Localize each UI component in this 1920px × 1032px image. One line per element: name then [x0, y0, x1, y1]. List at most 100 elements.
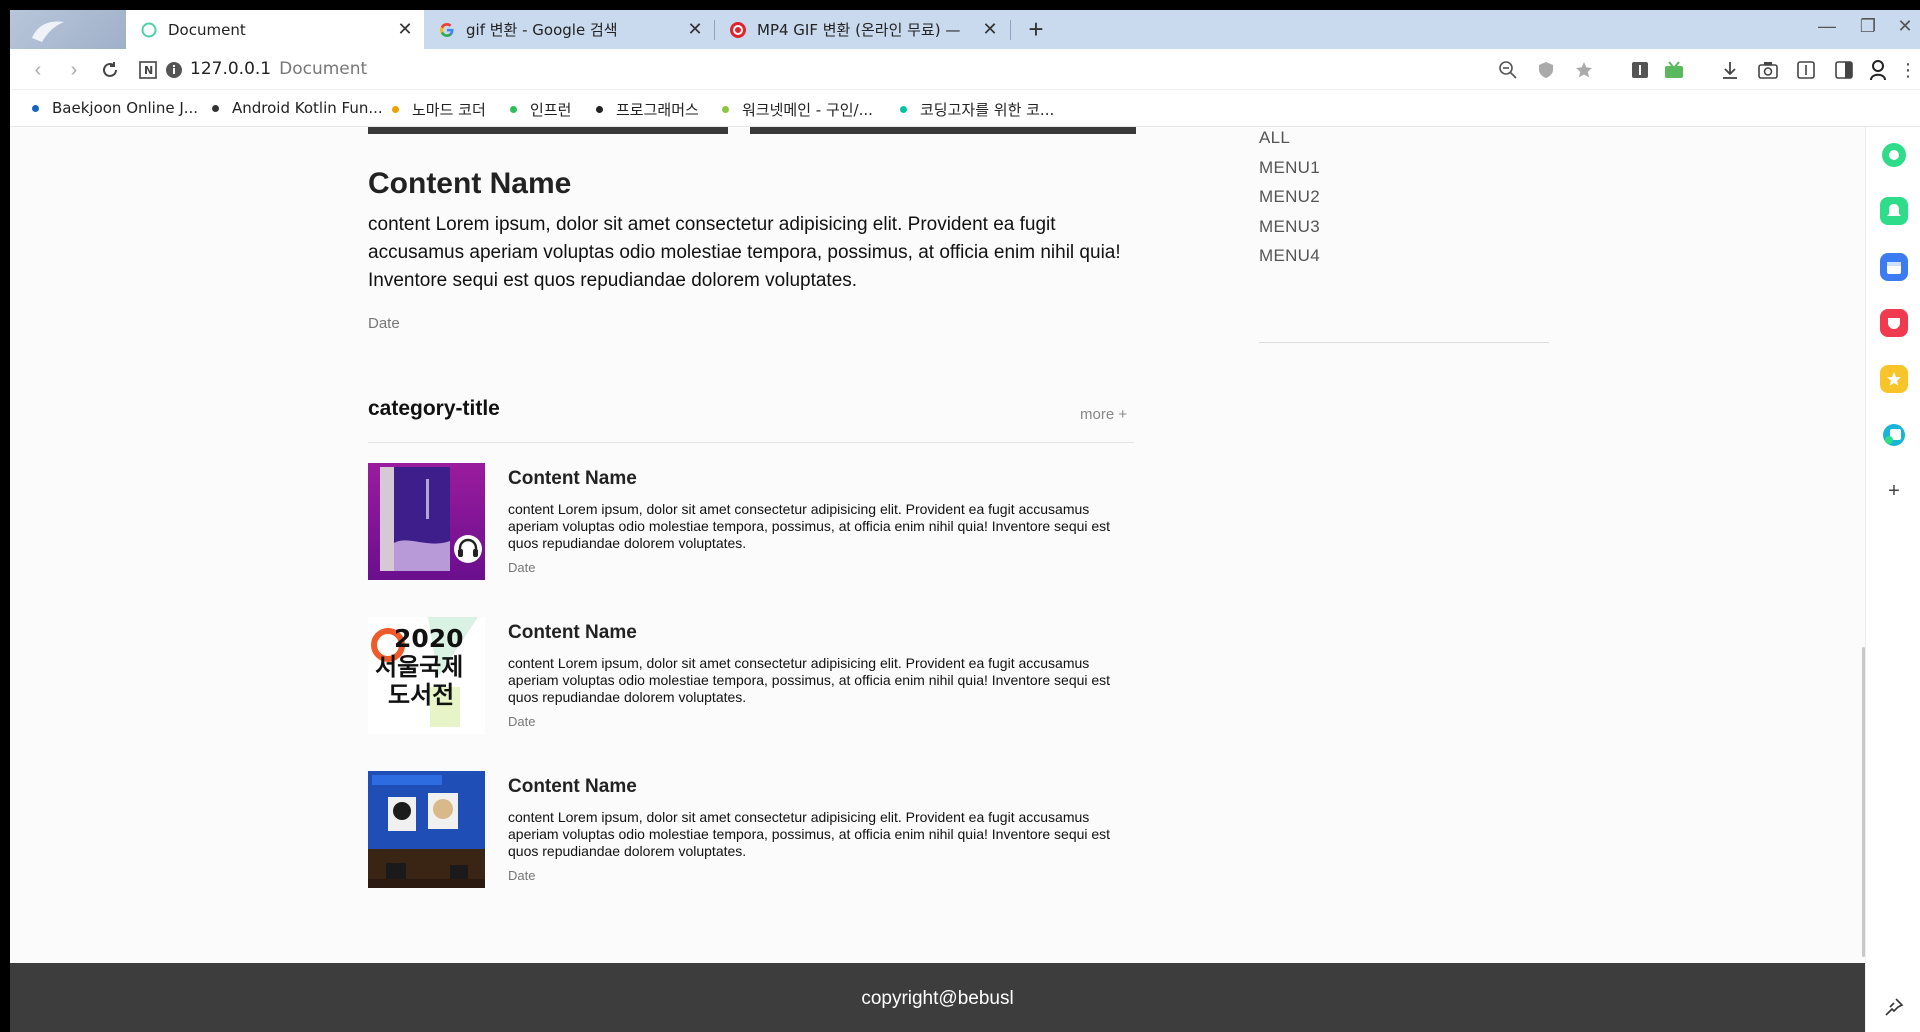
footer: copyright@bebusl [10, 963, 1865, 1032]
back-icon[interactable]: ‹ [26, 59, 50, 81]
svg-text:N: N [144, 64, 153, 77]
shield-icon[interactable] [1534, 59, 1558, 81]
window-close-icon[interactable]: ✕ [1890, 16, 1920, 37]
item-date: Date [508, 714, 536, 729]
bookmark-icon [510, 106, 517, 113]
browser-window: Document ✕ gif 변환 - Google 검색 ✕ MP4 GIF … [10, 10, 1920, 1032]
post-date: Date [368, 315, 400, 332]
menu-item-menu2[interactable]: MENU2 [1259, 187, 1320, 207]
tab-document[interactable]: Document ✕ [126, 10, 424, 49]
item-title: Content Name [508, 622, 637, 643]
post-text: content Lorem ipsum, dolor sit amet cons… [368, 214, 1121, 291]
restore-icon[interactable]: ❐ [1853, 16, 1883, 37]
forward-icon[interactable]: › [62, 59, 86, 81]
url-page-title: Document [279, 59, 368, 79]
bookmark-baekjoon[interactable]: Baekjoon Online J... [32, 99, 198, 117]
book-thumbnail [368, 463, 485, 580]
tab-bar: Document ✕ gif 변환 - Google 검색 ✕ MP4 GIF … [10, 10, 1920, 49]
list-item[interactable]: Content Name content Lorem ipsum, dolor … [368, 463, 1134, 581]
whale-icon[interactable] [1880, 141, 1908, 169]
pin-icon[interactable] [1880, 993, 1908, 1021]
bookmark-icon [596, 106, 603, 113]
list-item[interactable]: 2020 서울국제 도서전 Content Name content Lorem… [368, 617, 1134, 735]
item-title: Content Name [508, 776, 637, 797]
reload-icon[interactable] [98, 59, 122, 81]
add-icon[interactable]: + [1880, 477, 1908, 505]
info-icon[interactable] [162, 59, 186, 81]
item-text: content Lorem ipsum, dolor sit amet cons… [508, 655, 1111, 705]
hero-image [368, 127, 728, 134]
sidebar-toggle-icon[interactable] [1832, 59, 1856, 81]
inbox-icon[interactable] [1662, 59, 1686, 81]
item-title: Content Name [508, 468, 637, 489]
bookmark-android-kotlin[interactable]: Android Kotlin Fun... [212, 99, 383, 117]
calendar-icon[interactable] [1880, 253, 1908, 281]
close-icon[interactable]: ✕ [981, 19, 999, 40]
notification-icon[interactable] [1880, 197, 1908, 225]
tab-mp4-gif[interactable]: MP4 GIF 변환 (온라인 무료) — ✕ [715, 10, 1009, 49]
menu-item-menu1[interactable]: MENU1 [1259, 158, 1320, 178]
post-title[interactable]: Content Name [368, 167, 571, 201]
hero-image [750, 127, 1136, 134]
bookmark-icon [32, 104, 39, 112]
list-item[interactable]: Content Name content Lorem ipsum, dolor … [368, 771, 1134, 889]
category-title: category-title [368, 397, 500, 420]
tab-title: Document [168, 20, 246, 39]
tab-title: MP4 GIF 변환 (온라인 무료) — [757, 21, 961, 39]
camera-icon[interactable] [1756, 59, 1780, 81]
naver-icon[interactable]: N [136, 59, 160, 81]
side-panel: + [1865, 127, 1920, 1032]
converter-icon [729, 21, 747, 39]
item-text: content Lorem ipsum, dolor sit amet cons… [508, 809, 1111, 859]
divider [1259, 342, 1549, 343]
pocket-icon[interactable] [1880, 309, 1908, 337]
menu-item-menu4[interactable]: MENU4 [1259, 246, 1320, 266]
item-date: Date [508, 868, 536, 883]
item-text: content Lorem ipsum, dolor sit amet cons… [508, 501, 1111, 551]
url-host: 127.0.0.1 [190, 59, 272, 79]
menu-item-menu3[interactable]: MENU3 [1259, 217, 1320, 237]
bookmark-icon [900, 106, 907, 113]
favorite-star-icon[interactable] [1880, 365, 1908, 393]
profile-icon[interactable] [1866, 59, 1890, 81]
url-field[interactable]: 127.0.0.1 Document [190, 59, 367, 79]
close-icon[interactable]: ✕ [396, 19, 414, 40]
extension-icon[interactable] [1628, 59, 1652, 81]
more-link[interactable]: more + [1080, 406, 1127, 423]
loading-circle-icon [140, 21, 158, 39]
book-fair-thumbnail: 2020 서울국제 도서전 [368, 617, 485, 734]
copyright-text: copyright@bebusl [861, 988, 1014, 1009]
menu-item-all[interactable]: ALL [1259, 128, 1290, 148]
more-menu-icon[interactable]: ⋮ [1896, 59, 1920, 81]
divider [368, 442, 1134, 443]
thumb-year: 2020 [394, 624, 464, 653]
bookmark-icon [722, 106, 729, 113]
google-icon [438, 21, 456, 39]
thumb-line2: 서울국제 [375, 653, 463, 681]
bookmark-icon [392, 106, 399, 113]
tab-google-search[interactable]: gif 변환 - Google 검색 ✕ [424, 10, 714, 49]
reader-icon[interactable] [1794, 59, 1818, 81]
bookmark-icon [212, 104, 219, 112]
translate-icon[interactable] [1880, 421, 1908, 449]
download-icon[interactable] [1718, 59, 1742, 81]
bookmark-coding[interactable]: 코딩고자를 위한 코... [900, 99, 1054, 120]
address-bar: ‹ › N 127.0.0.1 Document ⋮ [10, 49, 1920, 90]
close-icon[interactable]: ✕ [686, 19, 704, 40]
bookmarks-bar: Baekjoon Online J... Android Kotlin Fun.… [10, 90, 1920, 127]
minimize-icon[interactable]: — [1812, 16, 1842, 37]
zoom-out-icon[interactable] [1496, 59, 1520, 81]
page-content: Content Name content Lorem ipsum, dolor … [10, 127, 1865, 1032]
bookmark-inflearn[interactable]: 인프런 [510, 99, 571, 120]
conference-thumbnail [368, 771, 485, 888]
tab-title: gif 변환 - Google 검색 [466, 21, 618, 39]
tab-separator [1010, 20, 1011, 40]
browser-logo [10, 10, 126, 49]
bookmark-programmers[interactable]: 프로그래머스 [596, 99, 699, 120]
star-icon[interactable] [1572, 59, 1596, 81]
thumb-line3: 도서전 [388, 681, 454, 709]
bookmark-worknet[interactable]: 워크넷메인 - 구인/... [722, 99, 873, 120]
new-tab-button[interactable]: + [1022, 16, 1050, 44]
item-date: Date [508, 560, 536, 575]
bookmark-nomad-coder[interactable]: 노마드 코더 [392, 99, 486, 120]
